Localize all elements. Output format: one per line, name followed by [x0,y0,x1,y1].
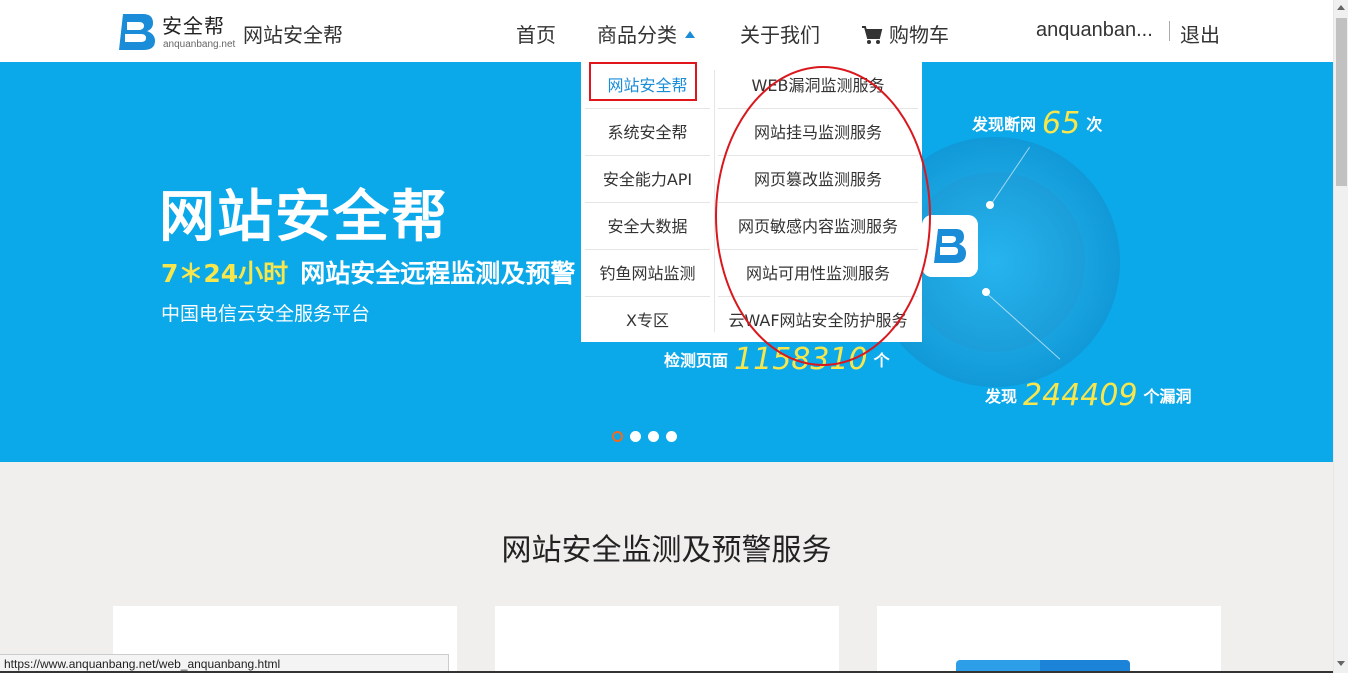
nav-categories-label: 商品分类 [597,23,677,47]
banner-subtitle: 7＊24小时 网站安全远程监测及预警 [161,254,575,290]
dropdown-item-sensitive[interactable]: 网页敏感内容监测服务 [714,203,922,250]
nav-home-label: 首页 [516,23,556,47]
dropdown-item-website-security[interactable]: 网站安全帮 [581,62,714,109]
dropdown-item-system-security[interactable]: 系统安全帮 [581,109,714,156]
carousel-dot-1[interactable] [612,431,623,442]
nav-about[interactable]: 关于我们 [740,19,820,48]
cart-icon [862,25,883,44]
nav-cart[interactable]: 购物车 [861,19,949,48]
dropdown-item-x-zone[interactable]: X专区 [581,297,714,344]
header-divider [1169,21,1170,41]
stat-pages: 检测页面 1158310 个 [664,342,890,377]
site-name: 网站安全帮 [243,23,343,47]
logo-subtext: anquanbang.net [163,39,236,50]
stat-vulns-suffix: 个漏洞 [1143,387,1192,406]
nav-about-label: 关于我们 [740,23,820,47]
banner-tagline: 中国电信云安全服务平台 [161,303,371,325]
site-header: 安全帮 anquanbang.net 网站安全帮 首页 商品分类 关于我们 购物… [0,0,1333,62]
logo-text[interactable]: 安全帮 [162,10,225,39]
dropdown-item-security-api[interactable]: 安全能力API [581,156,714,203]
username-link[interactable]: anquanban... [1036,19,1153,42]
carousel-indicators [612,427,684,446]
service-card[interactable] [495,606,839,673]
nav-cart-label: 购物车 [889,23,949,47]
stat-vulns-value: 244409 [1023,378,1138,413]
dropdown-item-big-data[interactable]: 安全大数据 [581,203,714,250]
stat-outage: 发现断网 65 次 [972,106,1102,141]
logout-link[interactable]: 退出 [1180,19,1220,48]
scroll-down-icon[interactable] [1337,661,1345,666]
stat-outage-value: 65 [1042,106,1081,141]
stat-pages-value: 1158310 [734,342,868,377]
dropdown-item-tamper[interactable]: 网页篡改监测服务 [714,156,922,203]
carousel-dot-3[interactable] [648,431,659,442]
banner-subtitle-text: 网站安全远程监测及预警 [300,259,576,288]
stat-dot [982,288,990,296]
dropdown-item-phishing[interactable]: 钓鱼网站监测 [581,250,714,297]
caret-up-icon [685,31,695,38]
dropdown-secondary-list: WEB漏洞监测服务 网站挂马监测服务 网页篡改监测服务 网页敏感内容监测服务 网… [714,62,922,344]
section-title: 网站安全监测及预警服务 [501,533,832,568]
scroll-up-icon[interactable] [1337,5,1345,10]
stat-vulns: 发现 244409 个漏洞 [985,378,1192,413]
stat-vulns-prefix: 发现 [985,387,1018,406]
banner-title: 网站安全帮 [159,185,449,250]
category-dropdown: 网站安全帮 系统安全帮 安全能力API 安全大数据 钓鱼网站监测 X专区 WEB… [581,62,922,342]
stat-pages-suffix: 个 [873,351,890,370]
carousel-dot-2[interactable] [630,431,641,442]
stat-dot [986,201,994,209]
stat-pages-prefix: 检测页面 [664,351,729,370]
stat-outage-suffix: 次 [1086,115,1103,134]
nav-home[interactable]: 首页 [516,19,556,48]
page-scrollbar[interactable] [1333,0,1348,673]
dropdown-item-availability[interactable]: 网站可用性监测服务 [714,250,922,297]
dropdown-primary-list: 网站安全帮 系统安全帮 安全能力API 安全大数据 钓鱼网站监测 X专区 [581,62,714,344]
banner-subtitle-highlight: 7＊24小时 [161,259,289,288]
nav-categories[interactable]: 商品分类 [597,19,695,48]
dropdown-item-trojan[interactable]: 网站挂马监测服务 [714,109,922,156]
dropdown-item-web-vuln[interactable]: WEB漏洞监测服务 [714,62,922,109]
scroll-thumb[interactable] [1336,18,1347,186]
carousel-dot-4[interactable] [666,431,677,442]
logo-icon[interactable] [113,8,159,54]
stat-outage-prefix: 发现断网 [972,115,1037,134]
shield-logo-icon [922,215,978,277]
dropdown-item-waf[interactable]: 云WAF网站安全防护服务 [714,297,922,344]
